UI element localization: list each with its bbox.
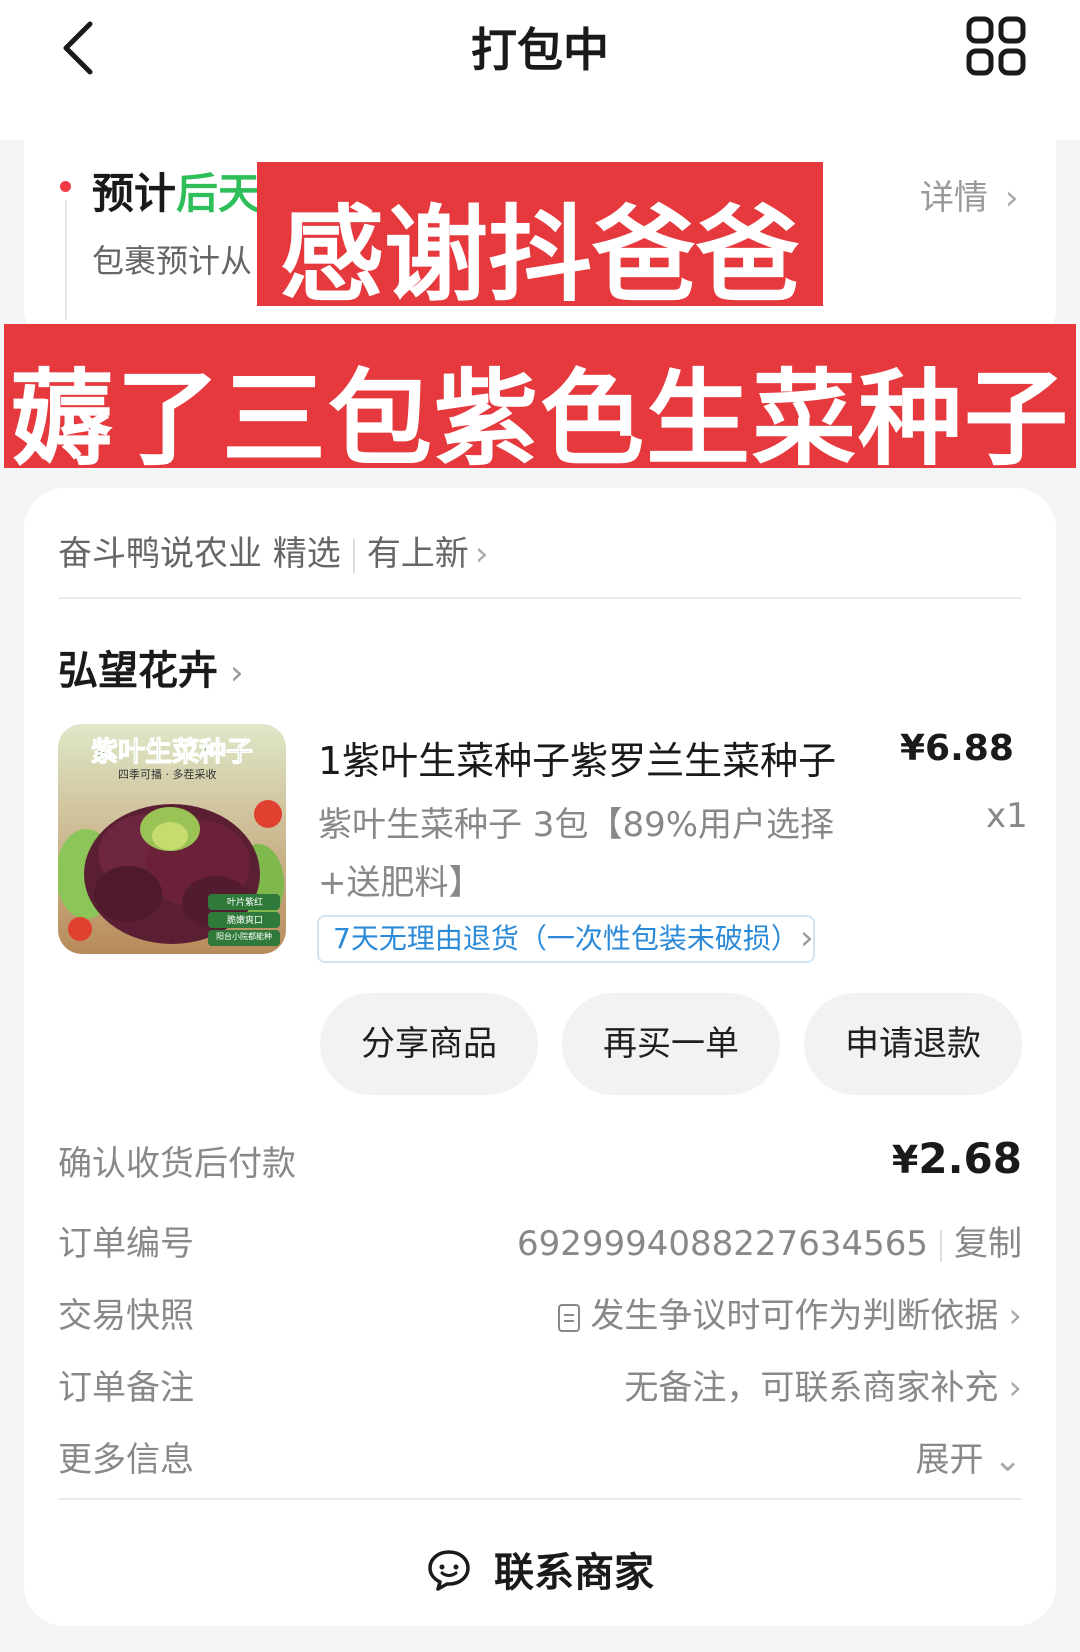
overlay-text-bottom: 薅了三包紫色生菜种子 [9,358,1070,480]
store-row[interactable]: 奋斗鸭说农业 精选 有上新 › [58,526,488,575]
order-number-label: 订单编号 [58,1224,194,1264]
expand-label: 展开 [915,1440,984,1480]
shop-name: 弘望花卉 [58,648,218,694]
payment-amount: ¥2.68 [892,1134,1022,1183]
divider [58,597,1022,599]
share-product-button[interactable]: 分享商品 [320,993,538,1095]
separator [352,538,355,573]
store-new-label: 有上新 [366,534,469,574]
snapshot-value: 发生争议时可作为判断依据 [590,1296,999,1336]
product-quantity: x1 [986,796,1028,836]
product-image-tag: 阳台小院都能种 [216,932,272,941]
product-spec-line: +送肥料】 [318,863,483,903]
copy-button[interactable]: 复制 [954,1224,1022,1264]
snapshot-label: 交易快照 [58,1296,194,1336]
payment-label: 确认收货后付款 [58,1144,296,1184]
product-image-tag: 脆嫩爽口 [226,916,263,926]
chevron-right-icon[interactable]: › [800,918,814,958]
remark-label: 订单备注 [58,1368,194,1408]
chevron-down-icon: ⌄ [993,1440,1023,1480]
order-number-row: 6929994088227634565 复制 [517,1216,1022,1265]
eta-title: 预计后天 [92,160,260,221]
product-image-tag: 叶片紫红 [226,898,263,908]
eta-subtitle: 包裹预计从 [92,242,253,280]
eta-prefix: 预计 [92,169,177,218]
more-info-label: 更多信息 [58,1440,194,1480]
separator [940,1229,942,1262]
chevron-right-icon: › [230,653,244,693]
request-refund-button[interactable]: 申请退款 [804,993,1022,1095]
detail-link[interactable]: 详情 › [920,170,1018,219]
chevron-right-icon: › [1008,1368,1022,1408]
overlay-banner-bottom: 薅了三包紫色生菜种子 [4,324,1076,480]
product-spec-line: 紫叶生菜种子 3包【89%用户选择 [318,805,835,845]
chevron-right-icon: › [474,534,489,574]
document-icon [558,1303,581,1332]
overlay-text-top: 感谢抖爸爸 [279,194,800,316]
buy-again-button[interactable]: 再买一单 [562,993,780,1095]
detail-label: 详情 [920,178,988,218]
product-image-title: 紫叶生菜种子 [91,737,254,769]
chevron-right-icon: › [1004,178,1019,218]
contact-merchant-button[interactable]: 联系商家 [0,1540,1080,1602]
chat-bubble-icon [426,1548,472,1602]
overlay-banner-top: 感谢抖爸爸 [257,162,823,316]
store-name: 奋斗鸭说农业 精选 [58,534,341,574]
product-spec: 紫叶生菜种子 3包【89%用户选择 +送肥料】 [318,796,878,912]
currency-symbol: ¥ [891,1138,919,1182]
eta-highlight: 后天 [176,169,261,218]
status-dot [60,181,71,192]
product-image-subtitle: 四季可播 · 多茬采收 [118,768,217,781]
expand-toggle[interactable]: 展开 ⌄ [916,1432,1023,1481]
product-image[interactable]: 紫叶生菜种子 四季可播 · 多茬采收 叶片紫红 脆嫩爽口 阳台小院都能种 [58,724,286,954]
order-number-value: 6929994088227634565 [516,1224,928,1264]
amount-value: 2.68 [918,1134,1022,1183]
page-title: 打包中 [471,23,609,77]
remark-value: 无备注，可联系商家补充 [624,1368,999,1408]
product-title[interactable]: 1紫叶生菜种子紫罗兰生菜种子 [318,730,858,785]
shop-name-link[interactable]: 弘望花卉 › [58,638,244,696]
remark-link[interactable]: 无备注，可联系商家补充 › [624,1360,1022,1409]
contact-merchant-label: 联系商家 [494,1550,654,1596]
timeline-line [65,200,67,320]
product-price: ¥6.88 [900,728,1014,769]
divider [58,1498,1022,1500]
return-policy-badge[interactable]: 7天无理由退货（一次性包装未破损） [317,915,815,963]
chevron-right-icon: › [1008,1296,1022,1336]
grid-menu-icon[interactable] [966,16,1028,78]
snapshot-link[interactable]: 发生争议时可作为判断依据 › [558,1288,1022,1337]
